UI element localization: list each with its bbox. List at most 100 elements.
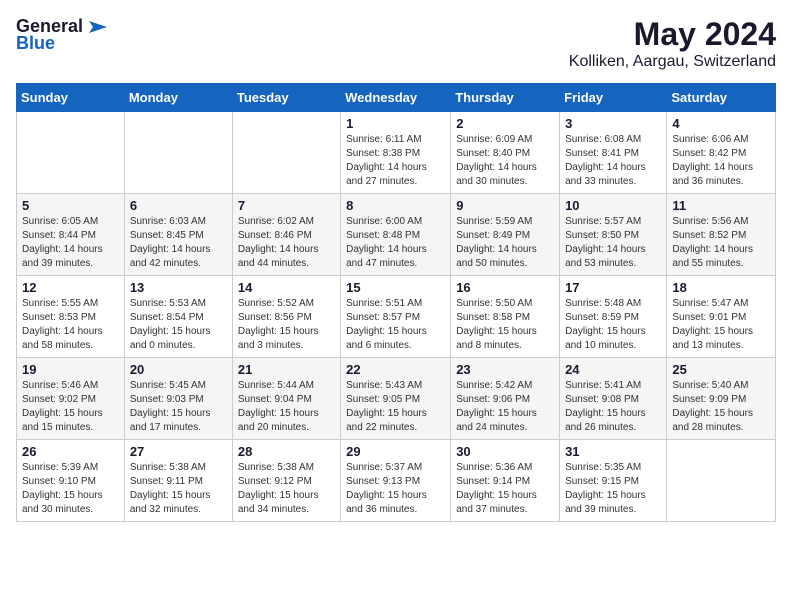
calendar-cell: 27 Sunrise: 5:38 AM Sunset: 9:11 PM Dayli… [124, 440, 232, 522]
calendar-cell: 19 Sunrise: 5:46 AM Sunset: 9:02 PM Dayli… [17, 358, 125, 440]
day-info: Sunrise: 6:08 AM Sunset: 8:41 PM Dayligh… [565, 133, 661, 189]
day-info: Sunrise: 5:48 AM Sunset: 8:59 PM Dayligh… [565, 297, 661, 353]
calendar-table: SundayMondayTuesdayWednesdayThursdayFrid… [16, 83, 776, 522]
day-info: Sunrise: 5:55 AM Sunset: 8:53 PM Dayligh… [22, 297, 119, 353]
calendar-cell: 5 Sunrise: 6:05 AM Sunset: 8:44 PM Daylig… [17, 194, 125, 276]
day-number: 15 [346, 280, 445, 295]
day-number: 31 [565, 444, 661, 459]
month-title: May 2024 [569, 16, 776, 53]
day-number: 4 [672, 116, 770, 131]
logo-blue-text: Blue [16, 33, 55, 54]
day-number: 19 [22, 362, 119, 377]
day-info: Sunrise: 6:03 AM Sunset: 8:45 PM Dayligh… [130, 215, 227, 271]
day-number: 6 [130, 198, 227, 213]
title-block: May 2024 Kolliken, Aargau, Switzerland [569, 16, 776, 71]
calendar-cell [124, 112, 232, 194]
calendar-cell: 26Sunrise: 5:39 AM Sunset: 9:10 PM Dayli… [17, 440, 125, 522]
day-info: Sunrise: 5:38 AM Sunset: 9:11 PM Dayligh… [130, 461, 227, 517]
day-info: Sunrise: 6:09 AM Sunset: 8:40 PM Dayligh… [456, 133, 554, 189]
calendar-cell: 1Sunrise: 6:11 AM Sunset: 8:38 PM Daylig… [341, 112, 451, 194]
calendar-cell: 6 Sunrise: 6:03 AM Sunset: 8:45 PM Daylig… [124, 194, 232, 276]
day-info: Sunrise: 5:56 AM Sunset: 8:52 PM Dayligh… [672, 215, 770, 271]
calendar-cell: 13 Sunrise: 5:53 AM Sunset: 8:54 PM Dayli… [124, 276, 232, 358]
day-info: Sunrise: 5:44 AM Sunset: 9:04 PM Dayligh… [238, 379, 335, 435]
day-info: Sunrise: 5:53 AM Sunset: 8:54 PM Dayligh… [130, 297, 227, 353]
day-info: Sunrise: 5:38 AM Sunset: 9:12 PM Dayligh… [238, 461, 335, 517]
calendar-cell: 24Sunrise: 5:41 AM Sunset: 9:08 PM Dayli… [560, 358, 667, 440]
day-info: Sunrise: 5:37 AM Sunset: 9:13 PM Dayligh… [346, 461, 445, 517]
day-number: 23 [456, 362, 554, 377]
calendar-cell [667, 440, 776, 522]
day-info: Sunrise: 6:00 AM Sunset: 8:48 PM Dayligh… [346, 215, 445, 271]
calendar-cell [232, 112, 340, 194]
day-number: 5 [22, 198, 119, 213]
day-info: Sunrise: 5:45 AM Sunset: 9:03 PM Dayligh… [130, 379, 227, 435]
day-info: Sunrise: 5:40 AM Sunset: 9:09 PM Dayligh… [672, 379, 770, 435]
day-info: Sunrise: 5:51 AM Sunset: 8:57 PM Dayligh… [346, 297, 445, 353]
calendar-cell: 17 Sunrise: 5:48 AM Sunset: 8:59 PM Dayli… [560, 276, 667, 358]
logo-bird-icon [85, 17, 107, 37]
calendar-cell [17, 112, 125, 194]
day-info: Sunrise: 5:52 AM Sunset: 8:56 PM Dayligh… [238, 297, 335, 353]
day-number: 10 [565, 198, 661, 213]
day-number: 25 [672, 362, 770, 377]
day-info: Sunrise: 6:02 AM Sunset: 8:46 PM Dayligh… [238, 215, 335, 271]
calendar-cell: 8Sunrise: 6:00 AM Sunset: 8:48 PM Daylig… [341, 194, 451, 276]
header-row: SundayMondayTuesdayWednesdayThursdayFrid… [17, 84, 776, 112]
week-row-4: 19 Sunrise: 5:46 AM Sunset: 9:02 PM Dayli… [17, 358, 776, 440]
day-number: 3 [565, 116, 661, 131]
day-number: 29 [346, 444, 445, 459]
calendar-cell: 31Sunrise: 5:35 AM Sunset: 9:15 PM Dayli… [560, 440, 667, 522]
day-number: 26 [22, 444, 119, 459]
calendar-cell: 28 Sunrise: 5:38 AM Sunset: 9:12 PM Dayli… [232, 440, 340, 522]
calendar-cell: 15 Sunrise: 5:51 AM Sunset: 8:57 PM Dayli… [341, 276, 451, 358]
day-info: Sunrise: 6:11 AM Sunset: 8:38 PM Dayligh… [346, 133, 445, 189]
day-number: 30 [456, 444, 554, 459]
day-info: Sunrise: 5:36 AM Sunset: 9:14 PM Dayligh… [456, 461, 554, 517]
day-info: Sunrise: 5:43 AM Sunset: 9:05 PM Dayligh… [346, 379, 445, 435]
calendar-cell: 14 Sunrise: 5:52 AM Sunset: 8:56 PM Dayli… [232, 276, 340, 358]
day-number: 13 [130, 280, 227, 295]
day-number: 11 [672, 198, 770, 213]
day-number: 28 [238, 444, 335, 459]
day-number: 17 [565, 280, 661, 295]
day-number: 22 [346, 362, 445, 377]
calendar-cell: 7 Sunrise: 6:02 AM Sunset: 8:46 PM Daylig… [232, 194, 340, 276]
calendar-cell: 18 Sunrise: 5:47 AM Sunset: 9:01 PM Dayli… [667, 276, 776, 358]
day-number: 21 [238, 362, 335, 377]
day-info: Sunrise: 5:47 AM Sunset: 9:01 PM Dayligh… [672, 297, 770, 353]
calendar-cell: 11 Sunrise: 5:56 AM Sunset: 8:52 PM Dayli… [667, 194, 776, 276]
header-saturday: Saturday [667, 84, 776, 112]
calendar-cell: 29 Sunrise: 5:37 AM Sunset: 9:13 PM Dayli… [341, 440, 451, 522]
calendar-cell: 12Sunrise: 5:55 AM Sunset: 8:53 PM Dayli… [17, 276, 125, 358]
day-info: Sunrise: 5:57 AM Sunset: 8:50 PM Dayligh… [565, 215, 661, 271]
calendar-cell: 16Sunrise: 5:50 AM Sunset: 8:58 PM Dayli… [451, 276, 560, 358]
day-info: Sunrise: 5:46 AM Sunset: 9:02 PM Dayligh… [22, 379, 119, 435]
calendar-cell: 9Sunrise: 5:59 AM Sunset: 8:49 PM Daylig… [451, 194, 560, 276]
day-info: Sunrise: 6:05 AM Sunset: 8:44 PM Dayligh… [22, 215, 119, 271]
day-number: 27 [130, 444, 227, 459]
calendar-cell: 3 Sunrise: 6:08 AM Sunset: 8:41 PM Daylig… [560, 112, 667, 194]
header-thursday: Thursday [451, 84, 560, 112]
day-number: 18 [672, 280, 770, 295]
header-wednesday: Wednesday [341, 84, 451, 112]
day-info: Sunrise: 5:59 AM Sunset: 8:49 PM Dayligh… [456, 215, 554, 271]
week-row-2: 5 Sunrise: 6:05 AM Sunset: 8:44 PM Daylig… [17, 194, 776, 276]
calendar-cell: 10 Sunrise: 5:57 AM Sunset: 8:50 PM Dayli… [560, 194, 667, 276]
day-number: 7 [238, 198, 335, 213]
day-number: 14 [238, 280, 335, 295]
header-friday: Friday [560, 84, 667, 112]
week-row-1: 1Sunrise: 6:11 AM Sunset: 8:38 PM Daylig… [17, 112, 776, 194]
calendar-cell: 2 Sunrise: 6:09 AM Sunset: 8:40 PM Daylig… [451, 112, 560, 194]
week-row-5: 26Sunrise: 5:39 AM Sunset: 9:10 PM Dayli… [17, 440, 776, 522]
day-number: 24 [565, 362, 661, 377]
location-title: Kolliken, Aargau, Switzerland [569, 53, 776, 71]
logo: General Blue [16, 16, 107, 54]
day-number: 2 [456, 116, 554, 131]
day-info: Sunrise: 5:50 AM Sunset: 8:58 PM Dayligh… [456, 297, 554, 353]
calendar-cell: 23Sunrise: 5:42 AM Sunset: 9:06 PM Dayli… [451, 358, 560, 440]
calendar-cell: 30 Sunrise: 5:36 AM Sunset: 9:14 PM Dayli… [451, 440, 560, 522]
page-header: General Blue May 2024 Kolliken, Aargau, … [16, 16, 776, 71]
calendar-cell: 21 Sunrise: 5:44 AM Sunset: 9:04 PM Dayli… [232, 358, 340, 440]
header-sunday: Sunday [17, 84, 125, 112]
